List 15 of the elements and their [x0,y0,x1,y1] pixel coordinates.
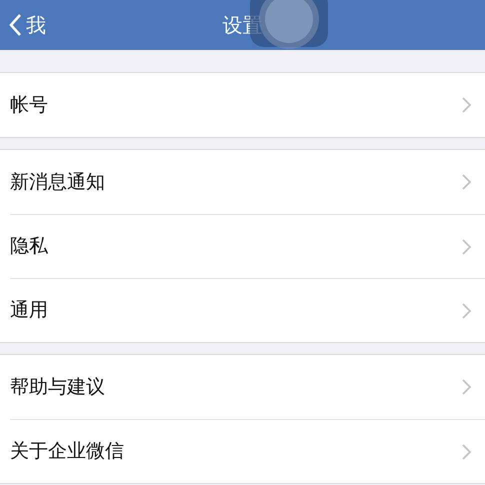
back-button[interactable]: 我 [4,8,50,42]
chevron-icon [462,97,471,113]
settings-item-label[interactable]: 隐私 [10,232,48,261]
chevron-icon [462,174,471,190]
screen-title: 设置 [222,12,262,39]
settings-item-label[interactable]: 关于企业微信 [10,437,124,466]
settings-item-label[interactable]: 新消息通知 [10,168,105,196]
chevron-icon [462,379,471,395]
settings-item-label[interactable]: 通用 [10,296,48,325]
chevron-icon [462,302,471,318]
chevron-icon [462,444,471,460]
settings-item-label[interactable]: 帐号 [10,90,48,120]
settings-item-label[interactable]: 帮助与建议 [10,372,105,402]
back-icon [8,13,22,37]
chevron-icon [462,238,471,254]
